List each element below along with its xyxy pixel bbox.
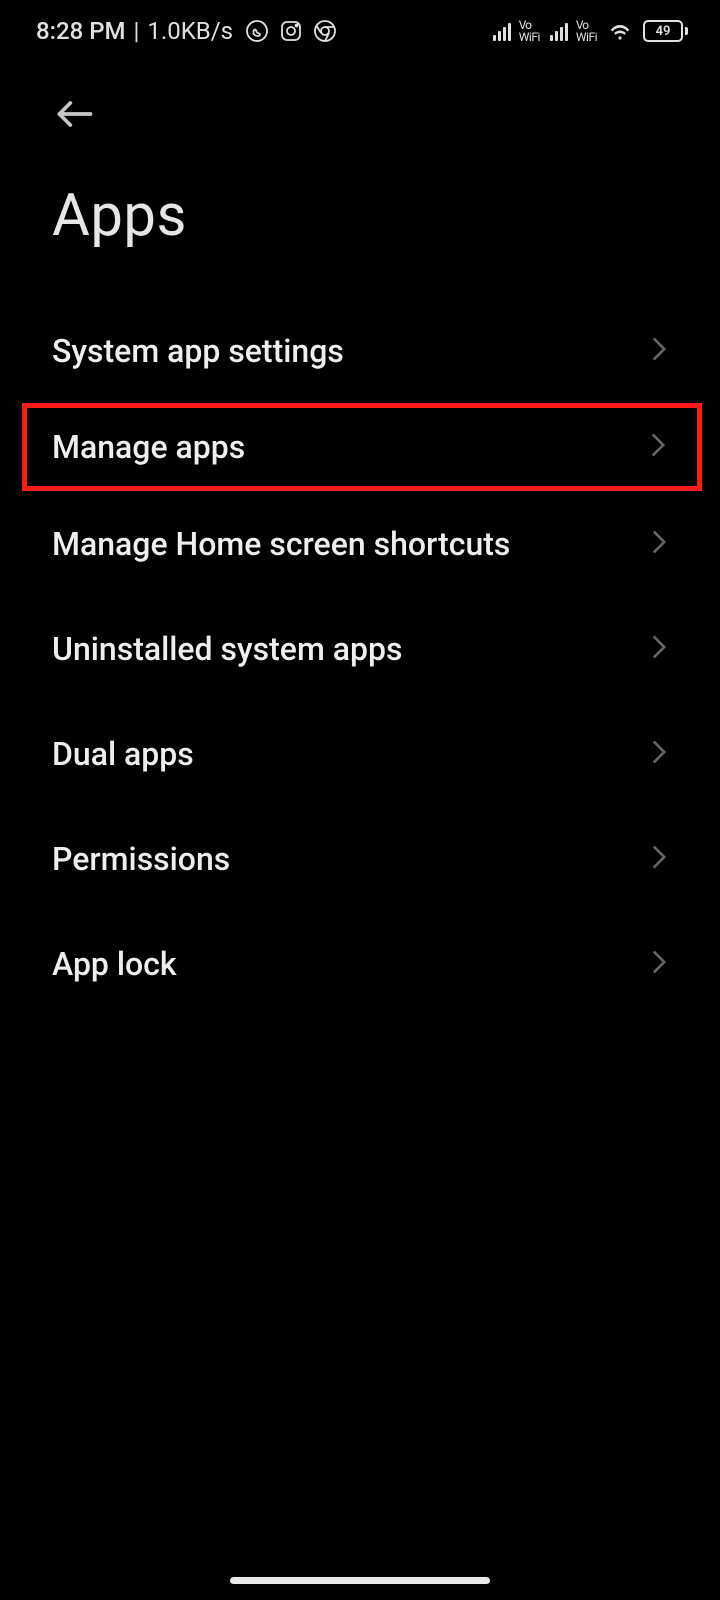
chevron-right-icon (649, 431, 667, 463)
item-label: Permissions (52, 840, 230, 878)
battery-icon: 49 (643, 20, 688, 42)
back-button[interactable] (0, 62, 720, 152)
settings-list: System app settings Manage apps Manage H… (0, 298, 720, 1016)
manage-home-shortcuts-item[interactable]: Manage Home screen shortcuts (0, 491, 720, 596)
item-label: System app settings (52, 332, 344, 370)
app-lock-item[interactable]: App lock (0, 911, 720, 1016)
network-speed: 1.0KB/s (147, 17, 233, 45)
item-label: Uninstalled system apps (52, 630, 402, 668)
system-app-settings-item[interactable]: System app settings (0, 298, 720, 403)
page-title: Apps (0, 152, 720, 298)
arrow-left-icon (52, 92, 96, 136)
permissions-item[interactable]: Permissions (0, 806, 720, 911)
item-label: Manage apps (52, 428, 245, 466)
uninstalled-system-apps-item[interactable]: Uninstalled system apps (0, 596, 720, 701)
status-time: 8:28 PM (36, 17, 126, 45)
chevron-right-icon (650, 335, 668, 367)
signal-icon (493, 21, 511, 41)
notification-icons (245, 19, 337, 43)
chevron-right-icon (650, 633, 668, 665)
item-label: Dual apps (52, 735, 194, 773)
dual-apps-item[interactable]: Dual apps (0, 701, 720, 806)
wifi-icon (607, 18, 633, 44)
status-separator: | (134, 17, 140, 45)
battery-percent: 49 (643, 20, 683, 42)
vowifi-icon-1: VoWiFi (519, 19, 540, 43)
chevron-right-icon (650, 948, 668, 980)
home-indicator[interactable] (230, 1577, 490, 1584)
status-right: VoWiFi VoWiFi 49 (493, 18, 688, 44)
chrome-icon (313, 19, 337, 43)
chevron-right-icon (650, 738, 668, 770)
status-left: 8:28 PM | 1.0KB/s (36, 17, 337, 45)
signal-icon-2 (550, 21, 568, 41)
vowifi-icon-2: VoWiFi (576, 19, 597, 43)
manage-apps-item[interactable]: Manage apps (22, 403, 702, 491)
chevron-right-icon (650, 528, 668, 560)
status-bar: 8:28 PM | 1.0KB/s VoWiFi VoWiFi 49 (0, 0, 720, 62)
item-label: App lock (52, 945, 177, 983)
chevron-right-icon (650, 843, 668, 875)
item-label: Manage Home screen shortcuts (52, 525, 510, 563)
whatsapp-icon (245, 19, 269, 43)
instagram-icon (279, 19, 303, 43)
